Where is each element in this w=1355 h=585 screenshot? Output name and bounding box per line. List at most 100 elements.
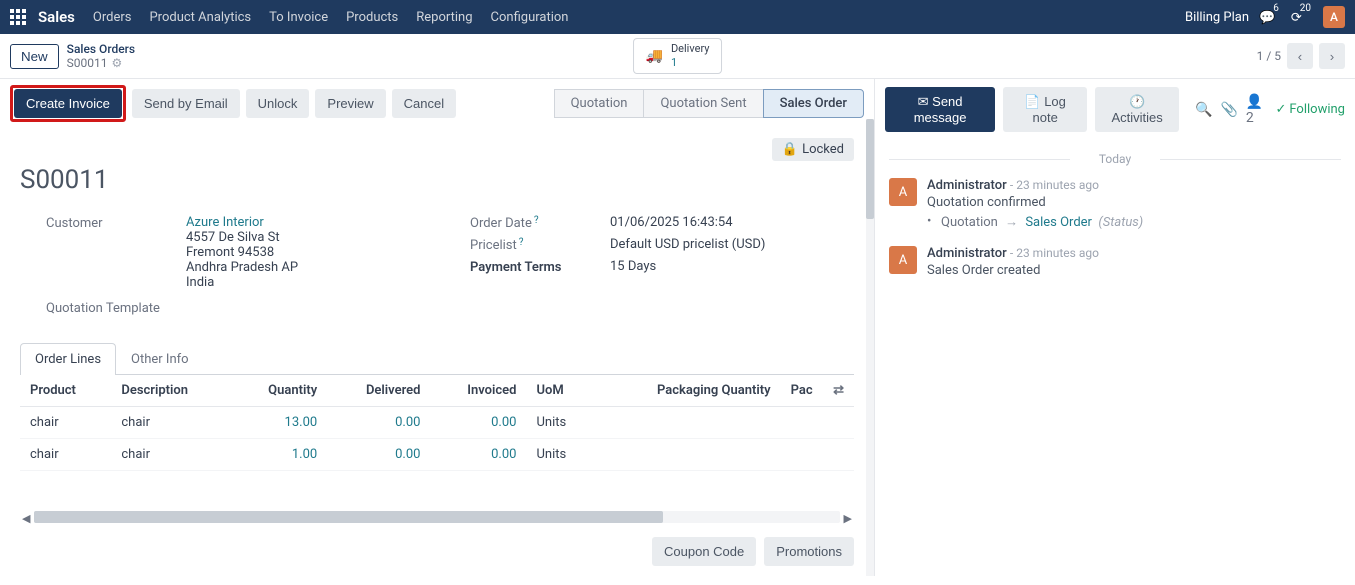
menu-to-invoice[interactable]: To Invoice bbox=[269, 10, 328, 25]
activities-icon[interactable]: ⟳20 bbox=[1291, 8, 1313, 25]
form-content: 🔒 Locked S00011 Customer Azure Interior … bbox=[0, 128, 874, 527]
message-avatar: A bbox=[889, 178, 917, 206]
col-invoiced[interactable]: Invoiced bbox=[430, 375, 526, 407]
cell-quantity: 1.00 bbox=[232, 439, 328, 471]
table-row[interactable]: chair chair 1.00 0.00 0.00 Units bbox=[20, 439, 854, 471]
activities-count: 20 bbox=[1300, 3, 1311, 14]
help-icon[interactable]: ? bbox=[519, 237, 524, 248]
scroll-right-icon[interactable]: ▶ bbox=[844, 512, 852, 525]
customer-label: Customer bbox=[46, 215, 186, 231]
payment-terms-value: 15 Days bbox=[610, 259, 656, 274]
new-button[interactable]: New bbox=[10, 44, 59, 69]
menu-products[interactable]: Products bbox=[346, 10, 398, 25]
followers-icon[interactable]: 👤2 bbox=[1246, 94, 1268, 126]
search-icon[interactable]: 🔍 bbox=[1195, 102, 1212, 118]
cancel-button[interactable]: Cancel bbox=[392, 89, 456, 118]
coupon-code-button[interactable]: Coupon Code bbox=[652, 537, 756, 566]
stage-quotation-sent[interactable]: Quotation Sent bbox=[643, 89, 762, 118]
customer-addr2: Fremont 94538 bbox=[186, 245, 298, 260]
column-toggle-icon[interactable]: ⇄ bbox=[833, 383, 844, 398]
menu-configuration[interactable]: Configuration bbox=[491, 10, 569, 25]
col-quantity[interactable]: Quantity bbox=[232, 375, 328, 407]
messages-icon[interactable]: 💬6 bbox=[1259, 8, 1281, 25]
cell-delivered: 0.00 bbox=[327, 439, 430, 471]
message-time: - 23 minutes ago bbox=[1010, 246, 1099, 260]
unlock-button[interactable]: Unlock bbox=[246, 89, 310, 118]
scroll-left-icon[interactable]: ◀ bbox=[22, 512, 30, 525]
send-by-email-button[interactable]: Send by Email bbox=[132, 89, 240, 118]
horizontal-scrollbar[interactable]: ◀ ▶ bbox=[20, 511, 854, 525]
main-menu: Orders Product Analytics To Invoice Prod… bbox=[93, 10, 569, 25]
pricelist-value: Default USD pricelist (USD) bbox=[610, 237, 765, 252]
menu-reporting[interactable]: Reporting bbox=[416, 10, 472, 25]
preview-button[interactable]: Preview bbox=[315, 89, 385, 118]
cell-description: chair bbox=[111, 407, 231, 439]
menu-product-analytics[interactable]: Product Analytics bbox=[149, 10, 251, 25]
delivery-stat-button[interactable]: 🚚 Delivery 1 bbox=[633, 38, 723, 73]
col-packaging-quantity[interactable]: Packaging Quantity bbox=[595, 375, 780, 407]
following-button[interactable]: ✓ Following bbox=[1275, 102, 1345, 117]
locked-badge: 🔒 Locked bbox=[772, 138, 854, 161]
attachment-icon[interactable]: 📎 bbox=[1220, 102, 1237, 118]
message-author[interactable]: Administrator bbox=[927, 178, 1007, 193]
order-lines-table: Product Description Quantity Delivered I… bbox=[20, 375, 854, 471]
cell-invoiced: 0.00 bbox=[430, 439, 526, 471]
gear-icon[interactable]: ⚙ bbox=[112, 56, 123, 70]
cell-pkg-qty bbox=[595, 407, 780, 439]
status-bar-stages: Quotation Quotation Sent Sales Order bbox=[554, 89, 864, 118]
footer-actions: Coupon Code Promotions bbox=[0, 527, 874, 576]
message-tracking: Quotation → Sales Order (Status) bbox=[927, 214, 1143, 230]
log-note-button[interactable]: 📄 Log note bbox=[1003, 87, 1087, 132]
breadcrumb-parent[interactable]: Sales Orders bbox=[67, 42, 135, 56]
brand[interactable]: Sales bbox=[38, 8, 75, 26]
col-uom[interactable]: UoM bbox=[526, 375, 595, 407]
pager-prev-button[interactable]: ‹ bbox=[1287, 43, 1313, 69]
pager-next-button[interactable]: › bbox=[1319, 43, 1345, 69]
truck-icon: 🚚 bbox=[646, 48, 663, 64]
stage-quotation[interactable]: Quotation bbox=[554, 89, 644, 118]
delivery-count: 1 bbox=[671, 56, 710, 69]
message-author[interactable]: Administrator bbox=[927, 246, 1007, 261]
col-pac[interactable]: Pac ⇄ bbox=[781, 375, 854, 407]
billing-plan-link[interactable]: Billing Plan bbox=[1185, 10, 1249, 25]
cell-uom: Units bbox=[526, 407, 595, 439]
messages-count: 6 bbox=[1273, 3, 1279, 14]
customer-addr3: Andhra Pradesh AP bbox=[186, 260, 298, 275]
order-title: S00011 bbox=[20, 165, 854, 195]
date-separator: Today bbox=[889, 152, 1341, 166]
stage-sales-order[interactable]: Sales Order bbox=[763, 89, 864, 118]
help-icon[interactable]: ? bbox=[534, 215, 539, 226]
customer-link[interactable]: Azure Interior bbox=[186, 215, 264, 230]
activities-button[interactable]: 🕐 Activities bbox=[1095, 87, 1179, 132]
menu-orders[interactable]: Orders bbox=[93, 10, 132, 25]
pager-text: 1 / 5 bbox=[1257, 49, 1281, 63]
cell-product: chair bbox=[20, 439, 111, 471]
table-row[interactable]: chair chair 13.00 0.00 0.00 Units bbox=[20, 407, 854, 439]
message-body: Sales Order created bbox=[927, 263, 1099, 278]
col-description[interactable]: Description bbox=[111, 375, 231, 407]
tracking-new-value[interactable]: Sales Order bbox=[1025, 215, 1092, 230]
tab-other-info[interactable]: Other Info bbox=[116, 343, 204, 375]
col-product[interactable]: Product bbox=[20, 375, 111, 407]
create-invoice-button[interactable]: Create Invoice bbox=[14, 89, 122, 118]
breadcrumb: Sales Orders S00011 ⚙ bbox=[67, 42, 135, 70]
promotions-button[interactable]: Promotions bbox=[764, 537, 854, 566]
tracking-field: (Status) bbox=[1098, 215, 1143, 230]
order-date-label: Order Date? bbox=[470, 215, 610, 231]
top-nav: Sales Orders Product Analytics To Invoic… bbox=[0, 0, 1355, 34]
user-avatar[interactable]: A bbox=[1323, 6, 1345, 28]
pager: 1 / 5 ‹ › bbox=[1257, 43, 1345, 69]
chatter-panel: ✉ Send message 📄 Log note 🕐 Activities 🔍… bbox=[875, 79, 1355, 576]
apps-icon[interactable] bbox=[10, 9, 26, 25]
lock-icon: 🔒 bbox=[782, 142, 798, 157]
cell-pkg-qty bbox=[595, 439, 780, 471]
message-time: - 23 minutes ago bbox=[1010, 178, 1099, 192]
tab-order-lines[interactable]: Order Lines bbox=[20, 343, 116, 375]
payment-terms-label: Payment Terms bbox=[470, 259, 610, 275]
customer-addr4: India bbox=[186, 275, 298, 290]
vertical-scrollbar[interactable] bbox=[866, 119, 874, 576]
col-delivered[interactable]: Delivered bbox=[327, 375, 430, 407]
cell-delivered: 0.00 bbox=[327, 407, 430, 439]
cell-pac bbox=[781, 439, 854, 471]
send-message-button[interactable]: ✉ Send message bbox=[885, 87, 995, 132]
